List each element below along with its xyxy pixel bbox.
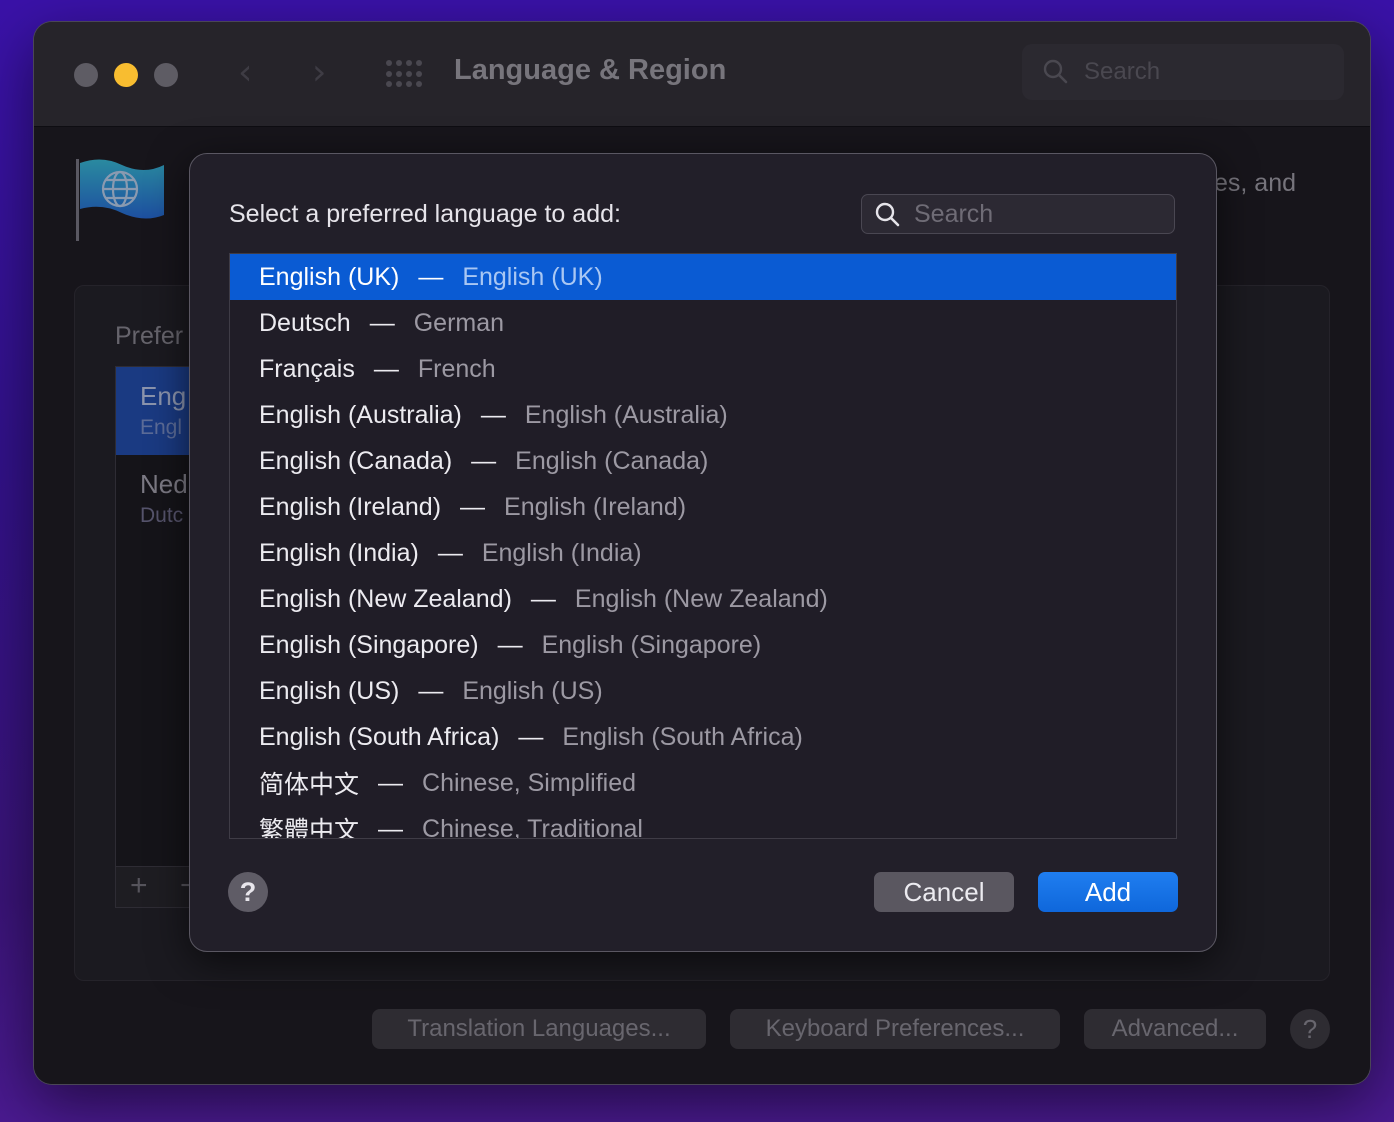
language-list[interactable]: English (UK) — English (UK) Deutsch — German F… (229, 253, 1177, 839)
language-native-name: English (New Zealand) (259, 584, 512, 613)
search-icon (1043, 59, 1068, 84)
language-english-name: French (417, 354, 496, 383)
language-english-name: Chinese, Traditional (422, 814, 643, 839)
keyboard-preferences-button[interactable]: Keyboard Preferences... (730, 1009, 1060, 1049)
separator-dash: — (460, 492, 486, 521)
language-english-name: German (413, 308, 505, 337)
language-list-item[interactable]: 繁體中文 — Chinese, Traditional (230, 806, 1176, 839)
language-search-field[interactable] (861, 194, 1175, 234)
language-english-name: Chinese, Simplified (422, 768, 637, 797)
add-language-button[interactable]: + (130, 869, 148, 903)
language-list-item[interactable]: Deutsch — German (230, 300, 1176, 346)
back-button[interactable]: ‹ (238, 52, 252, 93)
separator-dash: — (497, 630, 523, 659)
language-list-item[interactable]: English (US) — English (US) (230, 668, 1176, 714)
search-icon (875, 202, 900, 227)
help-button[interactable]: ? (1290, 1009, 1330, 1049)
language-list-item[interactable]: English (Australia) — English (Australia) (230, 392, 1176, 438)
separator-dash: — (369, 308, 395, 337)
language-english-name: English (UK) (462, 262, 603, 291)
language-english-name: English (New Zealand) (574, 584, 828, 613)
language-list-item[interactable]: English (Singapore) — English (Singapore) (230, 622, 1176, 668)
separator-dash: — (418, 676, 444, 705)
separator-dash: — (418, 262, 444, 291)
preferred-languages-label: Prefer (115, 322, 184, 350)
separator-dash: — (373, 354, 399, 383)
language-english-name: English (South Africa) (562, 722, 803, 751)
search-placeholder: Search (1084, 58, 1161, 85)
language-list-item[interactable]: English (India) — English (India) (230, 530, 1176, 576)
language-native-name: English (Canada) (259, 446, 453, 475)
separator-dash: — (480, 400, 506, 429)
forward-button[interactable]: › (312, 52, 326, 93)
translation-languages-button[interactable]: Translation Languages... (372, 1009, 706, 1049)
separator-dash: — (437, 538, 463, 567)
language-native-name: Français (259, 354, 355, 383)
language-english-name: English (US) (462, 676, 603, 705)
language-native-name: English (South Africa) (259, 722, 500, 751)
language-native-name: English (Singapore) (259, 630, 479, 659)
dialog-help-button[interactable]: ? (228, 872, 268, 912)
language-native-name: English (India) (259, 538, 419, 567)
cancel-button[interactable]: Cancel (874, 872, 1014, 912)
separator-dash: — (530, 584, 556, 613)
separator-dash: — (471, 446, 497, 475)
language-list-item[interactable]: English (New Zealand) — English (New Zeala… (230, 576, 1176, 622)
separator-dash: — (518, 722, 544, 751)
language-native-name: English (Australia) (259, 400, 462, 429)
globe-flag-icon (76, 159, 164, 241)
pane-description: es, and (1214, 169, 1297, 197)
language-native-name: English (Ireland) (259, 492, 442, 521)
add-language-sheet: Select a preferred language to add: Engl… (189, 153, 1217, 952)
language-list-item[interactable]: English (UK) — English (UK) (230, 254, 1176, 300)
separator-dash: — (378, 814, 404, 839)
language-native-name: 简体中文 (259, 771, 360, 799)
dialog-title: Select a preferred language to add: (229, 200, 621, 228)
show-all-grid-icon[interactable] (386, 60, 422, 88)
language-english-name: English (India) (481, 538, 642, 567)
language-english-name: English (Ireland) (504, 492, 687, 521)
language-list-item[interactable]: 简体中文 — Chinese, Simplified (230, 760, 1176, 806)
close-window-button[interactable] (74, 63, 98, 87)
language-list-item[interactable]: Français — French (230, 346, 1176, 392)
language-english-name: English (Australia) (524, 400, 728, 429)
language-list-item[interactable]: English (Canada) — English (Canada) (230, 438, 1176, 484)
separator-dash: — (378, 768, 404, 797)
title-bar: ‹ › Language & Region Search (34, 22, 1370, 127)
language-list-item[interactable]: English (South Africa) — English (South Af… (230, 714, 1176, 760)
language-native-name: English (UK) (259, 262, 400, 291)
window-title: Language & Region (454, 54, 727, 86)
add-button[interactable]: Add (1038, 872, 1178, 912)
language-native-name: 繁體中文 (259, 817, 360, 839)
zoom-window-button[interactable] (154, 63, 178, 87)
minimize-window-button[interactable] (114, 63, 138, 87)
window-search-field[interactable]: Search (1022, 44, 1344, 100)
language-english-name: English (Canada) (515, 446, 709, 475)
language-search-input[interactable] (914, 199, 1164, 229)
language-native-name: Deutsch (259, 308, 351, 337)
language-english-name: English (Singapore) (541, 630, 762, 659)
language-list-item[interactable]: English (Ireland) — English (Ireland) (230, 484, 1176, 530)
language-native-name: English (US) (259, 676, 400, 705)
advanced-button[interactable]: Advanced... (1084, 1009, 1266, 1049)
